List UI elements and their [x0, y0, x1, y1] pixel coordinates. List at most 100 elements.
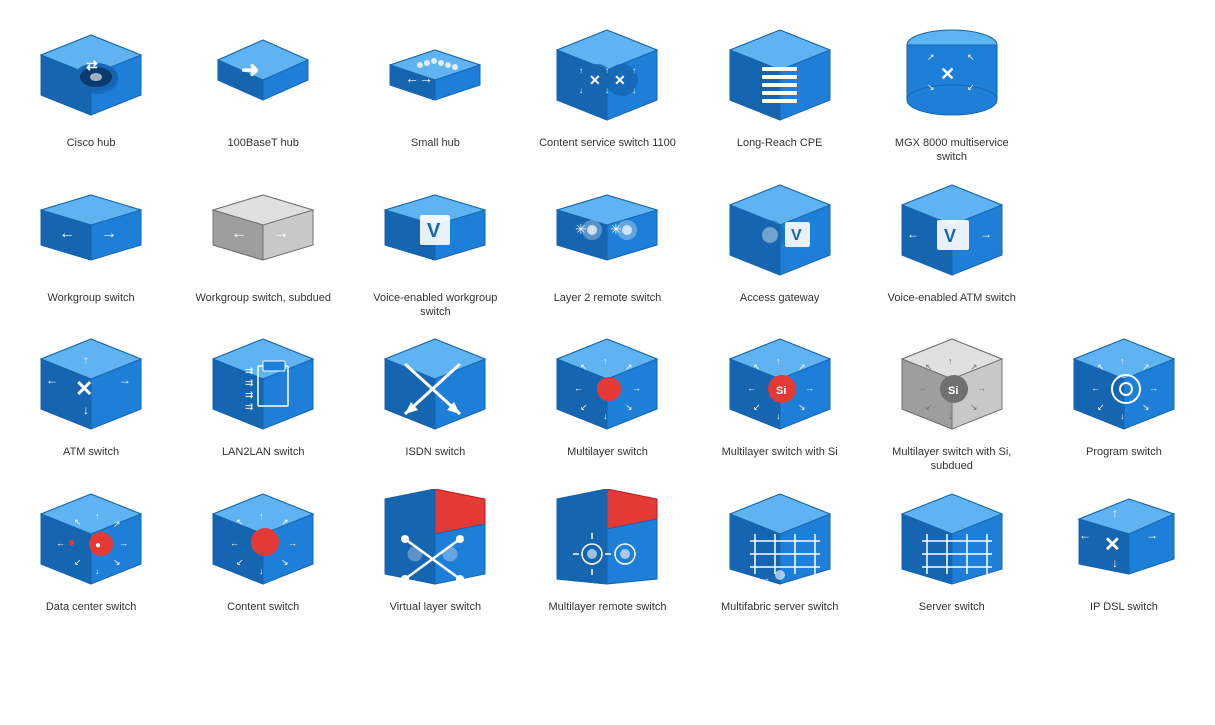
- svg-text:↖: ↖: [967, 52, 975, 62]
- item-lan2lan-switch: ⇉ ⇉ ⇉ ⇉ LAN2LAN switch: [182, 329, 344, 474]
- label-ip-dsl-switch: IP DSL switch: [1090, 600, 1158, 614]
- label-isdn-switch: ISDN switch: [405, 445, 465, 459]
- icon-program-switch: ↑ ↗ → ↘ ↓ ↙ ← ↖: [1059, 329, 1189, 439]
- svg-text:↓: ↓: [1112, 556, 1118, 570]
- icon-multilayer-remote-switch: [542, 484, 672, 594]
- label-voice-enabled-workgroup: Voice-enabled workgroup switch: [365, 291, 505, 320]
- svg-text:→: →: [273, 225, 289, 242]
- icon-isdn-switch: [370, 329, 500, 439]
- svg-text:V: V: [791, 227, 802, 244]
- svg-text:↖: ↖: [236, 517, 244, 527]
- label-small-hub: Small hub: [411, 136, 460, 150]
- svg-text:↓: ↓: [1120, 411, 1125, 421]
- svg-text:→: →: [288, 538, 297, 548]
- item-workgroup-switch: ← → Workgroup switch: [10, 175, 172, 320]
- svg-text:↖: ↖: [74, 517, 82, 527]
- label-atm-switch: ATM switch: [63, 445, 119, 459]
- item-isdn-switch: ISDN switch: [354, 329, 516, 474]
- icon-100baset-hub: ➜: [198, 20, 328, 130]
- icon-server-switch: [887, 484, 1017, 594]
- icon-empty: [1059, 175, 1189, 285]
- item-multilayer-switch-si-subdued: Si ↑ ↗ → ↘ ↓ ↙ ← ↖ Multilayer switch wit…: [871, 329, 1033, 474]
- svg-text:↑: ↑: [1112, 506, 1118, 520]
- label-access-gateway: Access gateway: [740, 291, 819, 305]
- item-data-center-switch: ● ↑ ↗ → ↘ ↓ ↙ ● ← ↖ Data center switch: [10, 484, 172, 614]
- svg-text:←: ←: [230, 538, 239, 548]
- svg-text:⇉: ⇉: [245, 378, 253, 389]
- item-empty: [1043, 175, 1205, 320]
- label-content-switch: Content switch: [227, 600, 299, 614]
- svg-text:↖: ↖: [753, 362, 761, 372]
- item-voice-enabled-atm: ← → V Voice-enabled ATM switch: [871, 175, 1033, 320]
- svg-text:↗: ↗: [1142, 362, 1150, 372]
- svg-text:↘: ↘: [281, 557, 289, 567]
- label-multilayer-switch-si-subdued: Multilayer switch with Si, subdued: [882, 445, 1022, 474]
- svg-text:⇉: ⇉: [245, 390, 253, 401]
- icon-ip-dsl-switch: ← → ↑ ↓ ✕: [1059, 484, 1189, 594]
- svg-text:↙: ↙: [74, 557, 82, 567]
- icon-grid: ⇄ Cisco hub ➜ 100BaseT hub ←→ Small hub: [0, 0, 1215, 634]
- svg-text:✳: ✳: [575, 221, 587, 237]
- svg-text:←: ←: [574, 383, 583, 393]
- icon-multilayer-switch-si-subdued: Si ↑ ↗ → ↘ ↓ ↙ ← ↖: [887, 329, 1017, 439]
- svg-text:↓: ↓: [259, 566, 264, 576]
- svg-text:→: →: [762, 574, 770, 583]
- icon-content-switch: ↑ ↗ → ↘ ↓ ↙ ← ↖: [198, 484, 328, 594]
- svg-text:↙: ↙: [925, 402, 933, 412]
- item-cisco-hub: ⇄ Cisco hub: [10, 20, 172, 165]
- label-workgroup-switch-subdued: Workgroup switch, subdued: [195, 291, 331, 305]
- svg-text:✕: ✕: [75, 376, 93, 401]
- label-100baset-hub: 100BaseT hub: [228, 136, 299, 150]
- svg-text:←→: ←→: [405, 70, 433, 86]
- svg-text:→: →: [1149, 383, 1158, 393]
- svg-text:➜: ➜: [241, 57, 259, 82]
- svg-text:→: →: [1146, 528, 1158, 542]
- svg-text:↑: ↑: [83, 353, 89, 367]
- svg-text:↘: ↘: [1142, 402, 1150, 412]
- icon-workgroup-switch: ← →: [26, 175, 156, 285]
- icon-workgroup-switch-subdued: ← →: [198, 175, 328, 285]
- item-virtual-layer-switch: Virtual layer switch: [354, 484, 516, 614]
- svg-text:↑: ↑: [632, 66, 636, 75]
- svg-text:↑: ↑: [948, 356, 953, 366]
- item-workgroup-switch-subdued: ← → Workgroup switch, subdued: [182, 175, 344, 320]
- svg-text:↘: ↘: [625, 402, 633, 412]
- svg-text:↓: ↓: [95, 566, 100, 576]
- svg-text:✕: ✕: [940, 64, 955, 84]
- svg-text:←: ←: [46, 373, 58, 387]
- icon-empty: [1059, 20, 1189, 130]
- item-voice-enabled-workgroup: V Voice-enabled workgroup switch: [354, 175, 516, 320]
- item-ip-dsl-switch: ← → ↑ ↓ ✕ IP DSL switch: [1043, 484, 1205, 614]
- label-program-switch: Program switch: [1086, 445, 1162, 459]
- label-lan2lan-switch: LAN2LAN switch: [222, 445, 305, 459]
- icon-data-center-switch: ● ↑ ↗ → ↘ ↓ ↙ ● ← ↖: [26, 484, 156, 594]
- icon-cisco-hub: ⇄: [26, 20, 156, 130]
- label-server-switch: Server switch: [919, 600, 985, 614]
- item-multilayer-switch-si: Si ↑ ↗ → ↘ ↓ ↙ ← ↖ Multilayer switch wit…: [699, 329, 861, 474]
- svg-text:✕: ✕: [614, 72, 626, 88]
- svg-text:↙: ↙: [967, 82, 975, 92]
- svg-text:←: ←: [56, 538, 65, 548]
- svg-text:●: ●: [68, 535, 75, 549]
- svg-text:↙: ↙: [753, 402, 761, 412]
- icon-atm-switch: ← → ↑ ↓ ✕: [26, 329, 156, 439]
- label-cisco-hub: Cisco hub: [67, 136, 116, 150]
- svg-text:←: ←: [919, 383, 928, 393]
- item-layer2-remote-switch: ✳ ✳ Layer 2 remote switch: [526, 175, 688, 320]
- svg-text:↓: ↓: [948, 411, 953, 421]
- icon-lan2lan-switch: ⇉ ⇉ ⇉ ⇉: [198, 329, 328, 439]
- svg-text:←: ←: [1091, 383, 1100, 393]
- icon-multilayer-switch: ↑ ↗ → ↘ ↓ ↙ ← ↖: [542, 329, 672, 439]
- svg-text:✳: ✳: [610, 221, 622, 237]
- svg-text:↓: ↓: [605, 86, 609, 95]
- icon-virtual-layer-switch: [370, 484, 500, 594]
- svg-text:●: ●: [95, 540, 101, 551]
- label-workgroup-switch: Workgroup switch: [47, 291, 134, 305]
- icon-mgx-8000: ↗ ↖ ↘ ↙ ✕: [887, 20, 1017, 130]
- item-multifabric-server-switch: → Multifabric server switch: [699, 484, 861, 614]
- svg-text:→: →: [632, 383, 641, 393]
- svg-text:←: ←: [231, 225, 247, 242]
- item-atm-switch: ← → ↑ ↓ ✕ ATM switch: [10, 329, 172, 474]
- svg-text:↓: ↓: [579, 86, 583, 95]
- svg-text:←: ←: [59, 225, 75, 242]
